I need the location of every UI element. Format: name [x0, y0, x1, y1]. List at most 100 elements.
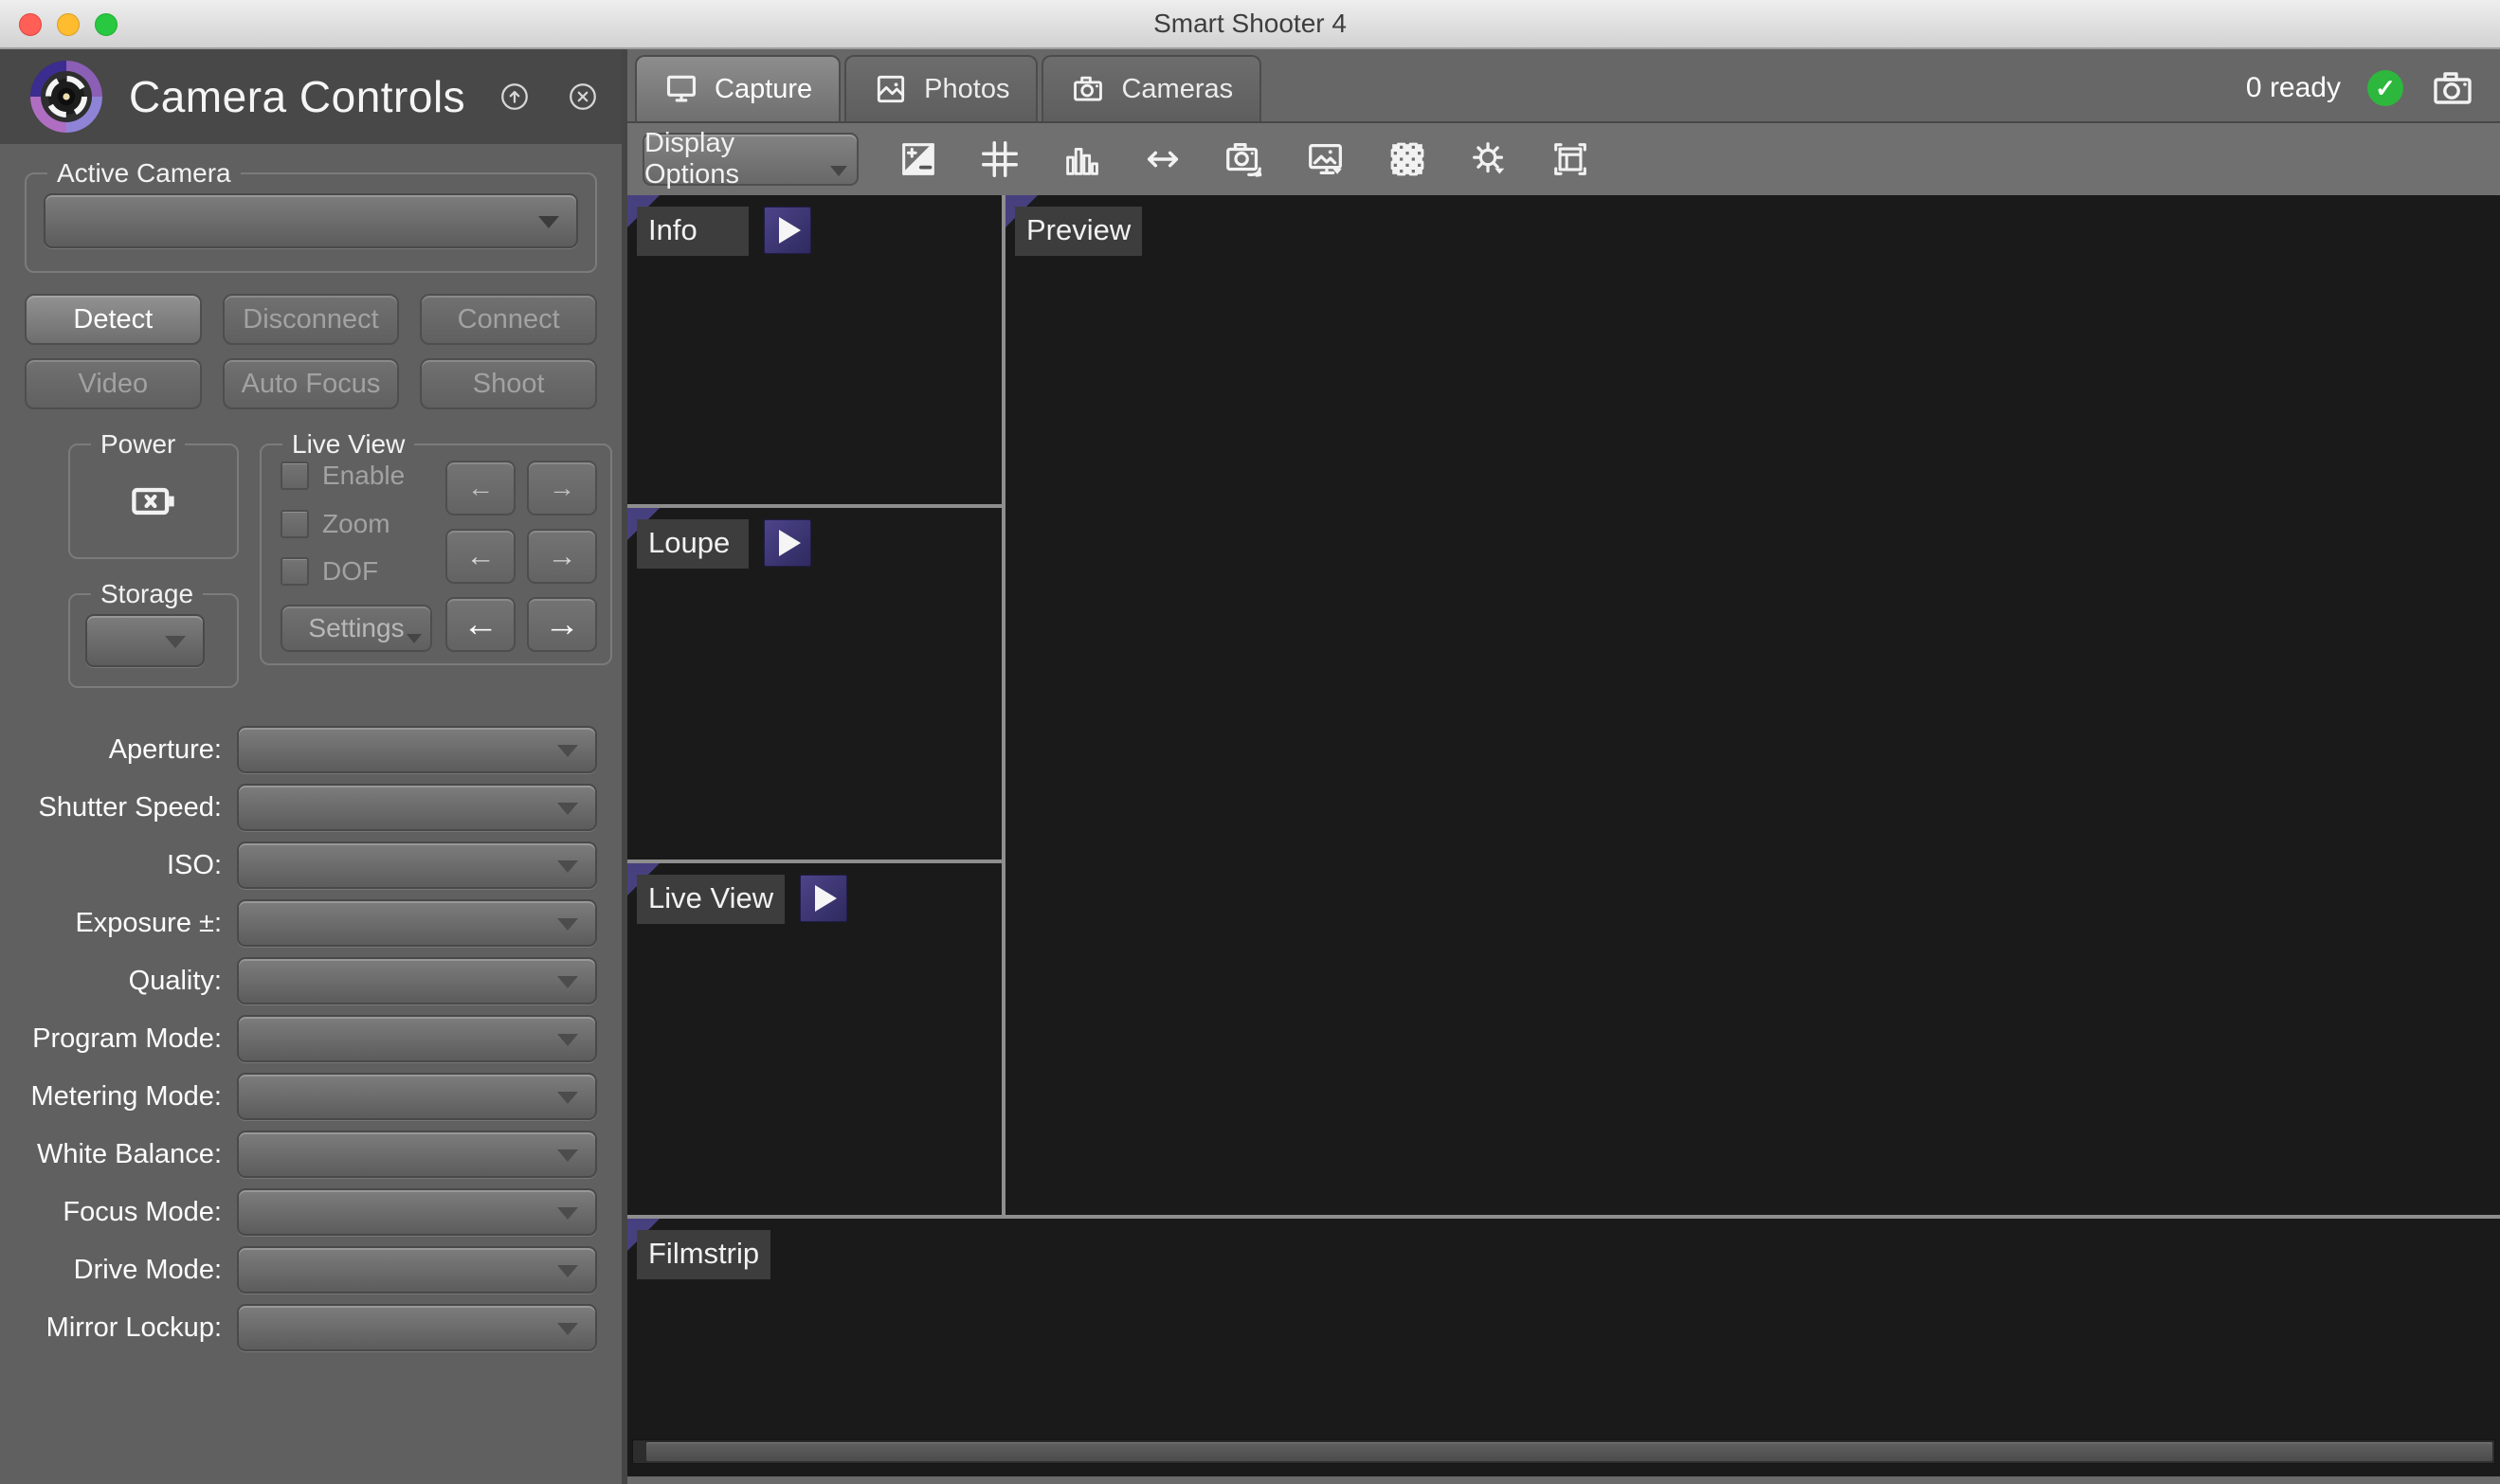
camera-status-icon[interactable]	[2430, 65, 2475, 111]
aperture-select[interactable]	[237, 726, 597, 773]
preview-panel: Preview	[1005, 195, 2500, 1215]
tab-cameras[interactable]: Cameras	[1042, 55, 1262, 121]
chevron-down-icon	[557, 1149, 578, 1162]
enable-checkbox[interactable]	[281, 461, 309, 490]
filmstrip-scrollbar[interactable]	[632, 1439, 2495, 1464]
active-camera-select[interactable]	[44, 193, 578, 248]
display-options-button[interactable]: Display Options	[643, 128, 859, 190]
lv-arrow-left-3-button[interactable]: ←	[445, 597, 516, 652]
shoot-button[interactable]: Shoot	[420, 358, 597, 409]
video-button[interactable]: Video	[25, 358, 202, 409]
info-play-button[interactable]	[764, 207, 811, 254]
white-balance-select[interactable]	[237, 1131, 597, 1178]
filmstrip-scrollbar-thumb[interactable]	[646, 1442, 2492, 1461]
play-icon	[815, 885, 838, 912]
checkerboard-icon[interactable]	[1386, 137, 1429, 181]
live-view-panel: Live View	[627, 863, 1002, 1215]
chevron-down-icon	[557, 1092, 578, 1104]
exposure-select[interactable]	[237, 899, 597, 947]
fit-width-icon[interactable]	[1141, 137, 1185, 181]
live-view-play-button[interactable]	[800, 875, 848, 922]
tab-photos[interactable]: Photos	[844, 55, 1039, 121]
close-window-button[interactable]	[19, 13, 42, 36]
exposure-label: Exposure ±:	[75, 907, 222, 938]
camera-controls-header: Camera Controls	[0, 49, 622, 144]
aperture-label: Aperture:	[108, 733, 222, 765]
titlebar: Smart Shooter 4	[0, 0, 2500, 49]
tab-capture-label: Capture	[715, 73, 813, 104]
zoom-window-button[interactable]	[95, 13, 118, 36]
active-camera-group: Active Camera	[25, 158, 597, 273]
metering-mode-select[interactable]	[237, 1073, 597, 1120]
layout-frame-icon[interactable]	[1549, 137, 1592, 181]
loupe-panel-label: Loupe	[637, 519, 749, 569]
tab-cameras-label: Cameras	[1121, 73, 1234, 104]
close-panel-icon[interactable]	[567, 81, 599, 113]
tab-photos-label: Photos	[924, 73, 1010, 104]
chevron-down-icon	[557, 745, 578, 757]
focus-mode-select[interactable]	[237, 1188, 597, 1236]
shutter-speed-select[interactable]	[237, 784, 597, 831]
lv-arrow-right-3-button[interactable]: →	[527, 597, 597, 652]
exposure-icon[interactable]	[897, 137, 940, 181]
mirror-lockup-select[interactable]	[237, 1304, 597, 1351]
minimize-window-button[interactable]	[57, 13, 80, 36]
filmstrip-panel-label: Filmstrip	[637, 1230, 771, 1279]
chevron-down-icon	[538, 216, 559, 228]
ready-check-icon: ✓	[2367, 70, 2403, 106]
power-group: Power	[68, 429, 239, 559]
battery-empty-icon	[132, 487, 174, 516]
enable-checkbox-row: Enable	[281, 461, 432, 491]
active-camera-legend: Active Camera	[47, 158, 241, 189]
iso-label: ISO:	[166, 849, 222, 880]
window-title: Smart Shooter 4	[1153, 9, 1347, 38]
chevron-down-icon	[557, 918, 578, 931]
chevron-down-icon	[557, 803, 578, 815]
disconnect-button[interactable]: Disconnect	[222, 294, 400, 345]
lv-arrow-left-1-button[interactable]: ←	[445, 461, 516, 516]
iso-select[interactable]	[237, 842, 597, 889]
program-mode-select[interactable]	[237, 1015, 597, 1062]
show-image-icon[interactable]	[1304, 137, 1348, 181]
lv-arrow-left-2-button[interactable]: ←	[445, 529, 516, 584]
grid-icon[interactable]	[978, 137, 1022, 181]
chevron-down-icon	[165, 636, 186, 648]
capture-display-icon	[666, 75, 697, 102]
detect-button[interactable]: Detect	[25, 294, 202, 345]
histogram-icon[interactable]	[1060, 137, 1103, 181]
rotate-photo-icon[interactable]	[1223, 137, 1266, 181]
connect-button[interactable]: Connect	[420, 294, 597, 345]
detach-panel-icon[interactable]	[498, 81, 531, 113]
live-view-settings-button[interactable]: Settings	[281, 604, 432, 652]
play-icon	[779, 217, 801, 244]
power-legend: Power	[91, 429, 186, 460]
lv-arrow-right-1-button[interactable]: →	[527, 461, 597, 516]
zoom-checkbox[interactable]	[281, 509, 309, 538]
quality-select[interactable]	[237, 957, 597, 1004]
live-view-legend: Live View	[282, 429, 415, 460]
camera-action-buttons: Detect Disconnect Connect Video Auto Foc…	[25, 294, 597, 409]
tab-bar: Capture Photos Cameras 0 ready ✓	[627, 49, 2500, 123]
loupe-play-button[interactable]	[764, 519, 811, 567]
traffic-lights	[19, 13, 118, 36]
chevron-down-icon	[557, 1207, 578, 1220]
storage-select[interactable]	[85, 614, 205, 667]
lv-arrow-right-2-button[interactable]: →	[527, 529, 597, 584]
brightness-icon[interactable]	[1467, 137, 1511, 181]
info-panel-label: Info	[637, 207, 749, 256]
focus-mode-label: Focus Mode:	[63, 1196, 222, 1227]
preview-panel-label: Preview	[1015, 207, 1143, 256]
dof-checkbox[interactable]	[281, 557, 309, 587]
photos-image-icon	[878, 75, 905, 103]
drive-mode-select[interactable]	[237, 1246, 597, 1294]
storage-legend: Storage	[91, 579, 204, 609]
chevron-down-icon	[557, 1265, 578, 1277]
capture-workspace: Info Loupe Live View Preview Filmstrip	[627, 195, 2500, 1484]
tab-capture[interactable]: Capture	[635, 55, 842, 121]
main-area: Capture Photos Cameras 0 ready ✓ Display…	[627, 49, 2500, 1484]
dof-checkbox-row: DOF	[281, 556, 432, 587]
auto-focus-button[interactable]: Auto Focus	[222, 358, 400, 409]
quality-label: Quality:	[128, 965, 222, 996]
chevron-down-icon	[557, 976, 578, 988]
enable-label: Enable	[322, 461, 406, 490]
